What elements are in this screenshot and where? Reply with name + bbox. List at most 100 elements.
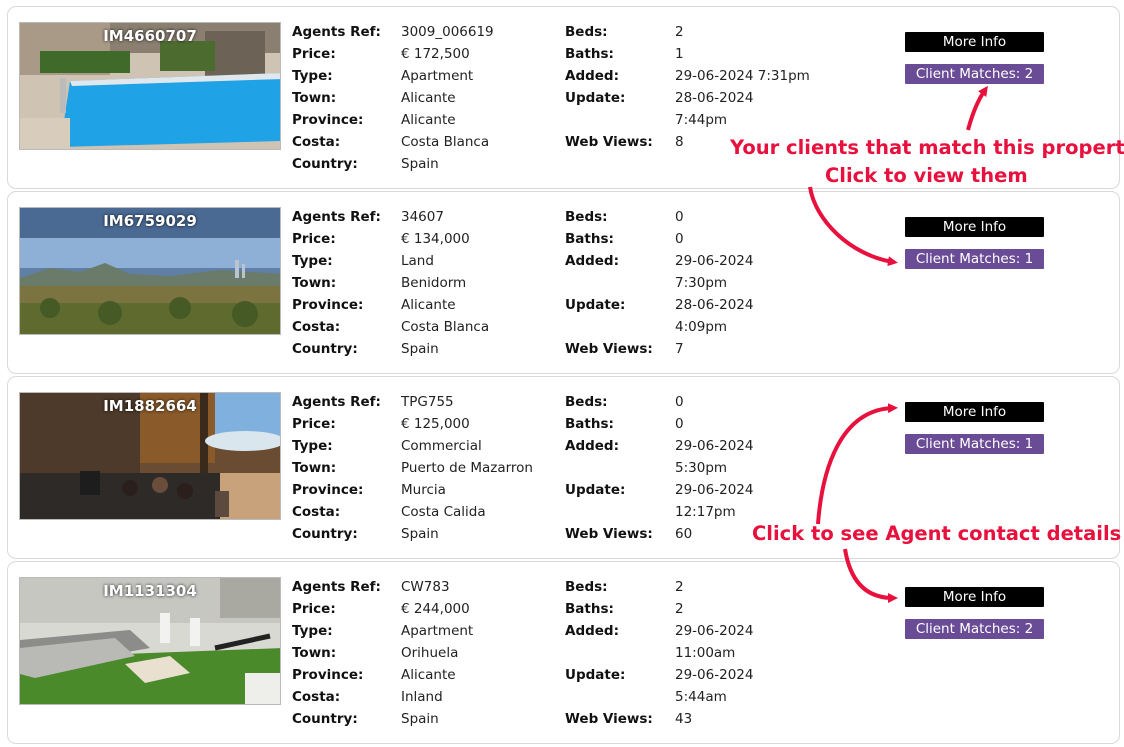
agents-ref-label: Agents Ref: xyxy=(292,209,381,225)
update-date: 29-06-2024 xyxy=(675,482,754,498)
province-value: Alicante xyxy=(401,297,456,313)
country-value: Spain xyxy=(401,156,439,172)
annotation-agent-contact: Click to see Agent contact details xyxy=(752,522,1122,545)
town-value: Orihuela xyxy=(401,645,459,661)
beds-label: Beds: xyxy=(565,24,608,40)
update-date: 28-06-2024 xyxy=(675,90,754,106)
price-value: € 244,000 xyxy=(401,601,470,617)
added-date: 29-06-2024 xyxy=(675,438,754,454)
added-value: 29-06-2024 7:31pm xyxy=(675,68,810,84)
client-matches-button[interactable]: Client Matches: 2 xyxy=(905,619,1044,639)
added-date: 29-06-2024 xyxy=(675,623,754,639)
added-time: 11:00am xyxy=(675,645,736,661)
update-label: Update: xyxy=(565,90,626,106)
client-matches-button[interactable]: Client Matches: 1 xyxy=(905,249,1044,269)
beds-label: Beds: xyxy=(565,209,608,225)
type-label: Type: xyxy=(292,68,333,84)
added-time: 7:30pm xyxy=(675,275,728,291)
costa-label: Costa: xyxy=(292,134,341,150)
province-label: Province: xyxy=(292,297,364,313)
beds-label: Beds: xyxy=(565,394,608,410)
country-label: Country: xyxy=(292,341,358,357)
costa-value: Costa Blanca xyxy=(401,319,490,335)
type-value: Land xyxy=(401,253,434,269)
town-value: Benidorm xyxy=(401,275,467,291)
more-info-button[interactable]: More Info xyxy=(905,32,1044,52)
province-label: Province: xyxy=(292,482,364,498)
property-id: IM1131304 xyxy=(103,582,197,600)
baths-label: Baths: xyxy=(565,416,614,432)
property-photo[interactable]: IM6759029 xyxy=(19,207,281,335)
update-time: 7:44pm xyxy=(675,112,728,128)
web-views-label: Web Views: xyxy=(565,134,653,150)
baths-label: Baths: xyxy=(565,601,614,617)
annotation-matches-line2: Click to view them xyxy=(825,164,1028,187)
web-views-value: 60 xyxy=(675,526,693,542)
client-matches-button[interactable]: Client Matches: 1 xyxy=(905,434,1044,454)
web-views-label: Web Views: xyxy=(565,341,653,357)
country-value: Spain xyxy=(401,341,439,357)
town-label: Town: xyxy=(292,275,337,291)
province-label: Province: xyxy=(292,667,364,683)
type-value: Apartment xyxy=(401,68,474,84)
property-photo[interactable]: IM1882664 xyxy=(19,392,281,520)
type-label: Type: xyxy=(292,253,333,269)
baths-label: Baths: xyxy=(565,46,614,62)
agents-ref-label: Agents Ref: xyxy=(292,394,381,410)
update-label: Update: xyxy=(565,482,626,498)
more-info-button[interactable]: More Info xyxy=(905,587,1044,607)
province-label: Province: xyxy=(292,112,364,128)
web-views-value: 7 xyxy=(675,341,684,357)
update-time: 5:44am xyxy=(675,689,727,705)
type-value: Apartment xyxy=(401,623,474,639)
price-label: Price: xyxy=(292,231,336,247)
annotation-matches-line1: Your clients that match this property xyxy=(730,136,1124,159)
price-label: Price: xyxy=(292,46,336,62)
web-views-value: 8 xyxy=(675,134,684,150)
costa-label: Costa: xyxy=(292,689,341,705)
country-label: Country: xyxy=(292,156,358,172)
added-label: Added: xyxy=(565,623,619,639)
province-value: Murcia xyxy=(401,482,446,498)
baths-value: 0 xyxy=(675,231,684,247)
listing-card: IM6759029 Agents Ref: 34607 Price: € 134… xyxy=(7,191,1120,374)
client-matches-button[interactable]: Client Matches: 2 xyxy=(905,64,1044,84)
beds-label: Beds: xyxy=(565,579,608,595)
property-photo[interactable]: IM1131304 xyxy=(19,577,281,705)
web-views-label: Web Views: xyxy=(565,711,653,727)
beds-value: 0 xyxy=(675,209,684,225)
update-date: 29-06-2024 xyxy=(675,667,754,683)
town-value: Alicante xyxy=(401,90,456,106)
town-label: Town: xyxy=(292,645,337,661)
listing-card: IM4660707 Agents Ref: 3009_006619 Price:… xyxy=(7,6,1120,189)
type-label: Type: xyxy=(292,623,333,639)
country-value: Spain xyxy=(401,711,439,727)
more-info-button[interactable]: More Info xyxy=(905,402,1044,422)
update-time: 4:09pm xyxy=(675,319,728,335)
costa-value: Costa Blanca xyxy=(401,134,490,150)
agents-ref-label: Agents Ref: xyxy=(292,24,381,40)
type-value: Commercial xyxy=(401,438,482,454)
country-label: Country: xyxy=(292,526,358,542)
country-value: Spain xyxy=(401,526,439,542)
more-info-button[interactable]: More Info xyxy=(905,217,1044,237)
town-label: Town: xyxy=(292,90,337,106)
update-date: 28-06-2024 xyxy=(675,297,754,313)
type-label: Type: xyxy=(292,438,333,454)
property-photo[interactable]: IM4660707 xyxy=(19,22,281,150)
town-value: Puerto de Mazarron xyxy=(401,460,533,476)
beds-value: 0 xyxy=(675,394,684,410)
agents-ref-label: Agents Ref: xyxy=(292,579,381,595)
costa-value: Inland xyxy=(401,689,443,705)
beds-value: 2 xyxy=(675,579,684,595)
agents-ref-value: TPG755 xyxy=(401,394,454,410)
web-views-value: 43 xyxy=(675,711,693,727)
added-label: Added: xyxy=(565,438,619,454)
property-id: IM6759029 xyxy=(103,212,197,230)
province-value: Alicante xyxy=(401,112,456,128)
beds-value: 2 xyxy=(675,24,684,40)
web-views-label: Web Views: xyxy=(565,526,653,542)
baths-value: 0 xyxy=(675,416,684,432)
agents-ref-value: 34607 xyxy=(401,209,444,225)
listing-card: IM1131304 Agents Ref: CW783 Price: € 244… xyxy=(7,561,1120,744)
